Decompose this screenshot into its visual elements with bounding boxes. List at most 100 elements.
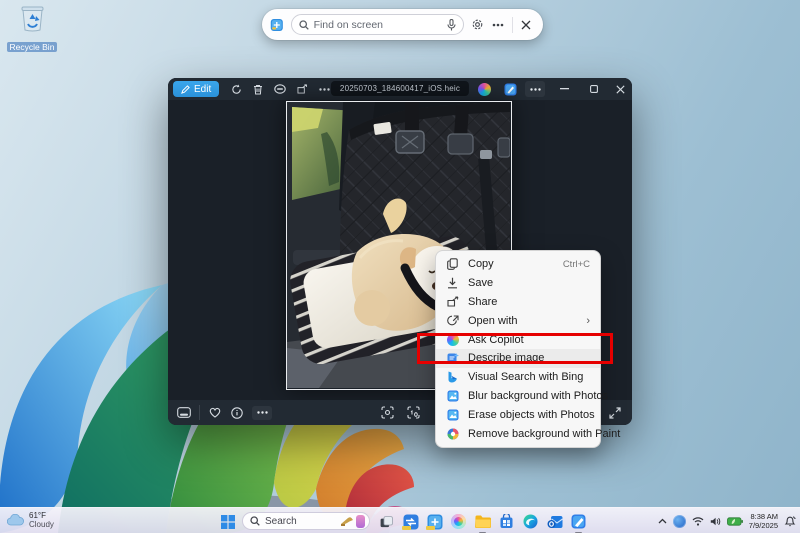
bing-icon bbox=[446, 371, 459, 384]
desktop: Recycle Bin Find on screen bbox=[0, 0, 800, 533]
microphone-icon[interactable] bbox=[447, 19, 456, 31]
menu-item-describe-image[interactable]: Describe image bbox=[436, 349, 600, 368]
pen-icon bbox=[181, 85, 190, 94]
menu-item-blur-background[interactable]: Blur background with Photos bbox=[436, 387, 600, 406]
menu-item-ask-copilot[interactable]: Ask Copilot bbox=[436, 330, 600, 349]
zoom-fit-icon[interactable] bbox=[376, 405, 398, 421]
settings-gear-icon[interactable] bbox=[471, 16, 485, 34]
more-menu-icon[interactable] bbox=[525, 81, 545, 97]
delete-icon[interactable] bbox=[247, 81, 269, 97]
menu-label: Visual Search with Bing bbox=[468, 371, 583, 383]
menu-item-share[interactable]: Share bbox=[436, 293, 600, 312]
menu-label: Share bbox=[468, 296, 497, 308]
menu-label: Describe image bbox=[468, 352, 544, 364]
menu-label: Copy bbox=[468, 258, 494, 270]
menu-item-erase-objects[interactable]: Erase objects with Photos bbox=[436, 405, 600, 424]
search-icon bbox=[250, 516, 260, 526]
taskbar-search-box[interactable]: Search bbox=[242, 512, 370, 530]
menu-label: Save bbox=[468, 277, 493, 289]
preview-badge bbox=[402, 526, 411, 530]
info-icon[interactable] bbox=[226, 405, 248, 421]
menu-item-remove-background-paint[interactable]: Remove background with Paint bbox=[436, 424, 600, 443]
copilot-icon bbox=[446, 333, 459, 346]
copilot-taskbar-icon[interactable] bbox=[449, 512, 468, 531]
clock-date: 7/9/2025 bbox=[749, 521, 778, 530]
wifi-icon[interactable] bbox=[692, 517, 704, 526]
cloud-icon bbox=[7, 514, 24, 526]
filmstrip-icon[interactable] bbox=[173, 405, 195, 421]
close-button[interactable] bbox=[609, 81, 631, 97]
rotate-icon[interactable] bbox=[225, 81, 247, 97]
share-icon bbox=[446, 295, 459, 308]
recycle-bin-icon bbox=[19, 4, 46, 32]
save-icon bbox=[446, 277, 459, 290]
print-icon[interactable] bbox=[269, 81, 291, 97]
outlook-icon[interactable] bbox=[545, 512, 564, 531]
volume-icon[interactable] bbox=[710, 517, 721, 526]
filename-pill: 20250703_184600417_iOS.heic bbox=[331, 81, 469, 96]
photos-titlebar: Edit 20250703_184600417_iOS.heic bbox=[168, 78, 632, 100]
photos-taskbar-icon[interactable] bbox=[569, 512, 588, 531]
photos-app-icon bbox=[446, 389, 459, 402]
battery-icon[interactable] bbox=[727, 517, 743, 526]
maximize-button[interactable] bbox=[583, 81, 605, 97]
submenu-chevron-icon: › bbox=[586, 315, 590, 327]
actual-size-icon[interactable] bbox=[402, 405, 424, 421]
share-icon[interactable] bbox=[291, 81, 313, 97]
weather-condition: Cloudy bbox=[29, 520, 54, 529]
file-explorer-icon[interactable] bbox=[473, 512, 492, 531]
bottom-more-icon[interactable] bbox=[252, 406, 272, 420]
microsoft-store-icon[interactable] bbox=[497, 512, 516, 531]
menu-label: Open with bbox=[468, 315, 518, 327]
taskbar: 61°F Cloudy Search bbox=[0, 507, 800, 533]
copilot-icon[interactable] bbox=[475, 81, 493, 97]
favorite-heart-icon[interactable] bbox=[204, 405, 226, 421]
menu-item-copy[interactable]: Copy Ctrl+C bbox=[436, 255, 600, 274]
screen-search-preview-icon[interactable] bbox=[425, 512, 444, 531]
edit-button[interactable]: Edit bbox=[173, 81, 219, 97]
menu-item-save[interactable]: Save bbox=[436, 274, 600, 293]
taskbar-clock[interactable]: 8:38 AM 7/9/2025 bbox=[749, 512, 778, 531]
menu-item-open-with[interactable]: Open with › bbox=[436, 311, 600, 330]
recycle-bin-label: Recycle Bin bbox=[7, 42, 58, 52]
task-view-icon[interactable] bbox=[377, 512, 396, 531]
open-with-icon bbox=[446, 314, 459, 327]
menu-item-visual-search-bing[interactable]: Visual Search with Bing bbox=[436, 368, 600, 387]
notification-bell-icon[interactable] bbox=[784, 515, 796, 527]
weather-widget[interactable]: 61°F Cloudy bbox=[7, 511, 54, 529]
image-context-menu: Copy Ctrl+C Save Share Open with › Ask C… bbox=[435, 250, 601, 448]
minimize-button[interactable] bbox=[553, 81, 575, 97]
expand-icon[interactable] bbox=[604, 405, 626, 421]
preview-badge bbox=[426, 526, 435, 530]
search-icon bbox=[299, 20, 309, 30]
weather-temp: 61°F bbox=[29, 511, 54, 520]
menu-label: Ask Copilot bbox=[468, 334, 524, 346]
system-tray: 8:38 AM 7/9/2025 bbox=[658, 508, 796, 533]
divider bbox=[199, 405, 200, 420]
chevron-up-icon[interactable] bbox=[658, 518, 667, 524]
quick-assist-preview-icon[interactable] bbox=[401, 512, 420, 531]
more-options-icon[interactable] bbox=[491, 16, 505, 34]
edge-icon[interactable] bbox=[521, 512, 540, 531]
clock-time: 8:38 AM bbox=[749, 512, 778, 521]
recycle-bin-shortcut[interactable]: Recycle Bin bbox=[6, 4, 58, 55]
find-on-screen-bar: Find on screen bbox=[262, 9, 543, 40]
photos-app-icon bbox=[446, 408, 459, 421]
describe-image-icon bbox=[446, 352, 459, 365]
copy-icon bbox=[446, 258, 459, 271]
menu-label: Blur background with Photos bbox=[468, 390, 608, 402]
divider bbox=[512, 17, 513, 33]
screen-search-app-icon bbox=[270, 16, 284, 34]
start-button[interactable] bbox=[218, 512, 237, 531]
edit-label: Edit bbox=[194, 84, 211, 95]
menu-shortcut: Ctrl+C bbox=[563, 259, 590, 270]
find-on-screen-input[interactable]: Find on screen bbox=[291, 14, 464, 35]
find-placeholder: Find on screen bbox=[314, 19, 442, 31]
search-highlight-images bbox=[340, 515, 365, 528]
menu-label: Remove background with Paint bbox=[468, 428, 620, 440]
search-label: Search bbox=[265, 516, 335, 527]
close-icon[interactable] bbox=[519, 16, 533, 34]
ai-edit-icon[interactable] bbox=[501, 81, 519, 97]
tray-app-icon[interactable] bbox=[673, 515, 686, 528]
menu-label: Erase objects with Photos bbox=[468, 409, 595, 421]
